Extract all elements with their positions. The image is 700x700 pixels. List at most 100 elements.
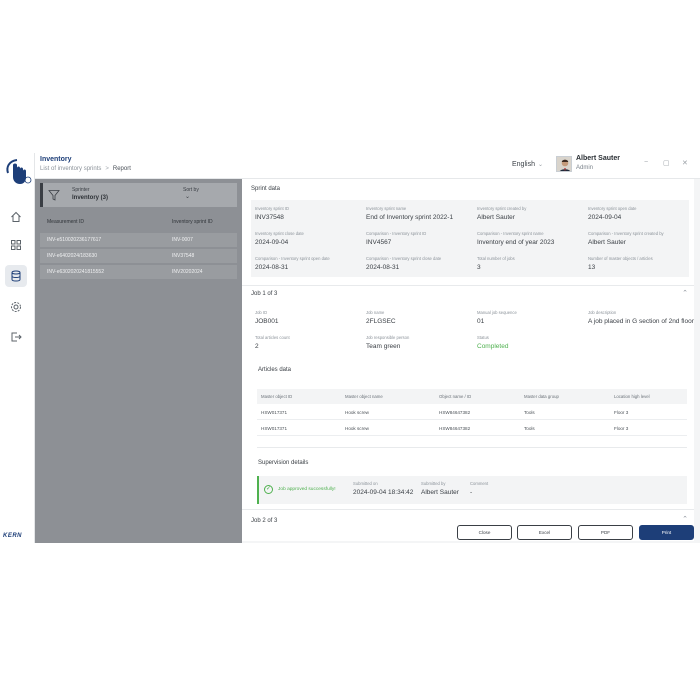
collapse-job-1-icon[interactable]: ⌃ (682, 289, 688, 297)
cell-master-data-group: Tools (524, 410, 535, 415)
sidebar-item-logout[interactable] (5, 326, 27, 348)
field-sprint-open-date: Inventory sprint open date 2024-09-04 (588, 206, 637, 221)
job-2-title[interactable]: Job 2 of 3 (251, 518, 277, 524)
avatar[interactable] (556, 156, 572, 172)
cell-location: Floor 3 (614, 426, 629, 431)
application-window: KERN Inventory List of inventory sprints… (0, 153, 700, 543)
breadcrumb-separator: > (105, 166, 109, 172)
minimize-icon[interactable]: − (644, 159, 648, 166)
column-header-master-data-group[interactable]: Master data group (524, 394, 559, 399)
close-button[interactable]: Close (457, 525, 512, 540)
field-comment: Comment - (470, 481, 489, 496)
cell-measurement-id: INV-e6402024/183630 (47, 253, 98, 259)
cell-measurement-id: INV-e510020236177617 (47, 237, 102, 243)
column-header-master-object-name[interactable]: Master object name (345, 394, 383, 399)
field-comparison-sprint-name: Comparison - Inventory sprint name Invent… (477, 231, 555, 246)
language-selector[interactable]: English ⌄ (512, 161, 543, 168)
articles-table-header: Master object ID Master object name Obje… (257, 389, 687, 404)
field-sprint-created-by: Inventory sprint created by Albert Sauter (477, 206, 527, 221)
sprint-data-card: Inventory sprint ID INV37548 Inventory sp… (251, 200, 689, 277)
cell-object-name-id: HSW84647382 (439, 426, 471, 431)
cell-master-object-id: HSW017371 (261, 426, 288, 431)
job-1-title[interactable]: Job 1 of 3 (251, 291, 277, 297)
field-comparison-close-date: Comparison - Inventory sprint close date… (366, 256, 442, 271)
filter-accent-bar (40, 183, 43, 207)
database-icon (11, 270, 21, 282)
sprint-list-panel: Sprinter Inventory (3) Sort by ⌄ Measure… (35, 179, 242, 543)
cell-master-data-group: Tools (524, 426, 535, 431)
field-job-description: Job description A job placed in G section… (588, 310, 694, 325)
cell-object-name-id: HSW84647382 (439, 410, 471, 415)
sidebar-item-dashboard[interactable] (5, 234, 27, 256)
column-header-measurement-id[interactable]: Measurement ID (47, 219, 84, 225)
column-header-master-object-id[interactable]: Master object ID (261, 394, 292, 399)
cell-measurement-id: INV-e6302020241815552 (47, 269, 104, 275)
cell-sprint-id: INV37548 (172, 253, 195, 259)
user-role: Admin (576, 165, 594, 171)
table-row[interactable]: INV-e6402024/183630 INV37548 (40, 249, 237, 263)
cell-sprint-id: INV-0007 (172, 237, 193, 243)
breadcrumb-link-sprints[interactable]: List of inventory sprints (40, 166, 101, 172)
field-job-responsible: Job responsible person Team green (366, 335, 410, 350)
cell-master-object-id: HSW017371 (261, 410, 288, 415)
sprint-filter[interactable]: Sprinter Inventory (3) Sort by ⌄ (40, 183, 237, 207)
table-row[interactable]: INV-e6302020241815552 INV20202024 (40, 265, 237, 279)
column-header-location[interactable]: Location high level (614, 394, 650, 399)
settings-icon (11, 302, 21, 312)
articles-table: Master object ID Master object name Obje… (257, 389, 687, 436)
job-1-details: Job ID JOB001 Job name 2FLGSEC Manual job … (253, 304, 694, 357)
table-row[interactable]: HSW017371 Hook screw HSW84647382 Tools F… (257, 421, 687, 436)
field-submitted-on: Submitted on 2024-09-04 18:34:42 (353, 481, 414, 496)
cell-master-object-name: Hook screw (345, 410, 369, 415)
articles-data-title: Articles data (258, 367, 292, 373)
print-button[interactable]: Print (639, 525, 694, 540)
collapse-job-2-icon[interactable]: ⌃ (682, 515, 688, 523)
cell-sprint-id: INV20202024 (172, 269, 203, 275)
sidebar-item-home[interactable] (5, 206, 27, 228)
field-sprint-id: Inventory sprint ID INV37548 (255, 206, 289, 221)
column-header-object-name-id[interactable]: Object name / ID (439, 394, 471, 399)
home-icon (11, 211, 21, 222)
approval-message: Job approved successfully! (278, 487, 336, 492)
supervision-card: ✓ Job approved successfully! Submitted o… (257, 476, 687, 504)
field-job-id: Job ID JOB001 (255, 310, 279, 325)
divider (242, 285, 694, 286)
pdf-button[interactable]: PDF (578, 525, 633, 540)
list-table-header: Measurement ID Inventory sprint ID (40, 215, 237, 229)
field-job-name: Job name 2FLGSEC (366, 310, 396, 325)
cell-master-object-name: Hook screw (345, 426, 369, 431)
field-comparison-sprint-id: Comparison - Inventory sprint ID INV4567 (366, 231, 427, 246)
cell-location: Floor 3 (614, 410, 629, 415)
column-header-sprint-id[interactable]: Inventory sprint ID (172, 219, 213, 225)
filter-value: Inventory (3) (72, 195, 109, 201)
brand-logo: KERN (3, 533, 23, 539)
sidebar: KERN (0, 153, 35, 543)
field-comparison-open-date: Comparison - Inventory sprint open date 2… (255, 256, 330, 271)
table-row[interactable]: HSW017371 Hook screw HSW84647382 Tools F… (257, 405, 687, 420)
table-row[interactable]: INV-e510020236177617 INV-0007 (40, 233, 237, 247)
sidebar-item-settings[interactable] (5, 296, 27, 318)
check-circle-icon: ✓ (264, 485, 273, 494)
filter-label: Sprinter (72, 187, 90, 193)
user-name: Albert Sauter (576, 155, 620, 162)
chevron-down-icon: ⌄ (537, 162, 543, 168)
report-panel: Sprint data Inventory sprint ID INV37548 … (242, 179, 694, 541)
sidebar-item-inventory[interactable] (5, 265, 27, 287)
status-badge: Status Completed (477, 335, 509, 350)
logout-icon (11, 332, 22, 342)
field-manual-job-sequence: Manual job sequence 01 (477, 310, 517, 325)
divider (242, 509, 694, 510)
excel-button[interactable]: Excel (517, 525, 572, 540)
close-icon[interactable]: ✕ (682, 159, 688, 167)
sort-dropdown[interactable]: ⌄ (185, 193, 190, 200)
app-logo-icon (4, 157, 32, 187)
supervision-details-title: Supervision details (258, 460, 309, 466)
filter-icon (48, 190, 60, 201)
field-total-articles: Total articles count 2 (255, 335, 290, 350)
header: Inventory List of inventory sprints > Repo… (35, 153, 700, 179)
divider (257, 447, 687, 448)
breadcrumb: List of inventory sprints > Report (40, 166, 131, 172)
field-master-objects-count: Number of master objects / articles 13 (588, 256, 653, 271)
grid-icon (11, 240, 21, 250)
maximize-icon[interactable]: ▢ (663, 159, 670, 167)
